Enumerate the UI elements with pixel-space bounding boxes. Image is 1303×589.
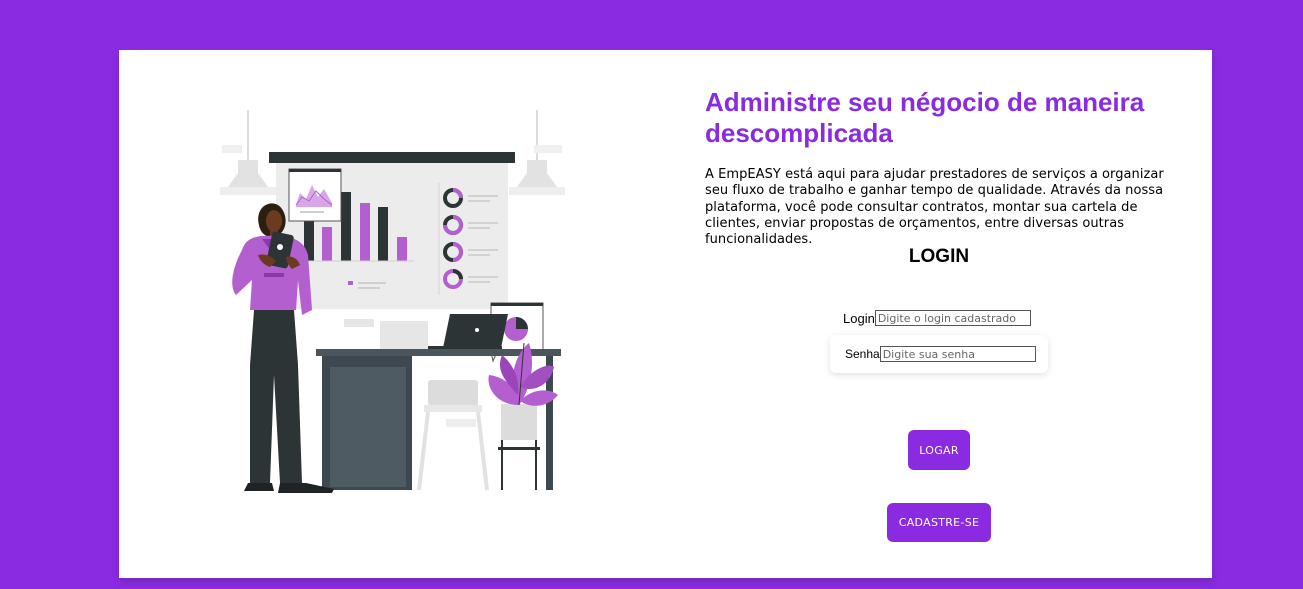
business-woman-illustration	[220, 110, 565, 493]
login-title: LOGIN	[908, 246, 970, 267]
page-headline: Administre seu négocio de maneira descom…	[705, 87, 1145, 148]
cadastre-se-button[interactable]: CADASTRE-SE	[887, 503, 991, 542]
intro-paragraph: A EmpEASY está aqui para ajudar prestado…	[705, 167, 1164, 248]
login-input[interactable]	[874, 310, 1031, 326]
senha-row: Senha	[830, 335, 1048, 373]
senha-label: Senha	[845, 347, 880, 361]
login-label: Login	[843, 310, 875, 326]
login-row: Login	[843, 310, 1031, 326]
senha-input[interactable]	[879, 346, 1036, 362]
logar-button[interactable]: LOGAR	[908, 430, 970, 470]
main-card: Administre seu négocio de maneira descom…	[119, 50, 1212, 578]
